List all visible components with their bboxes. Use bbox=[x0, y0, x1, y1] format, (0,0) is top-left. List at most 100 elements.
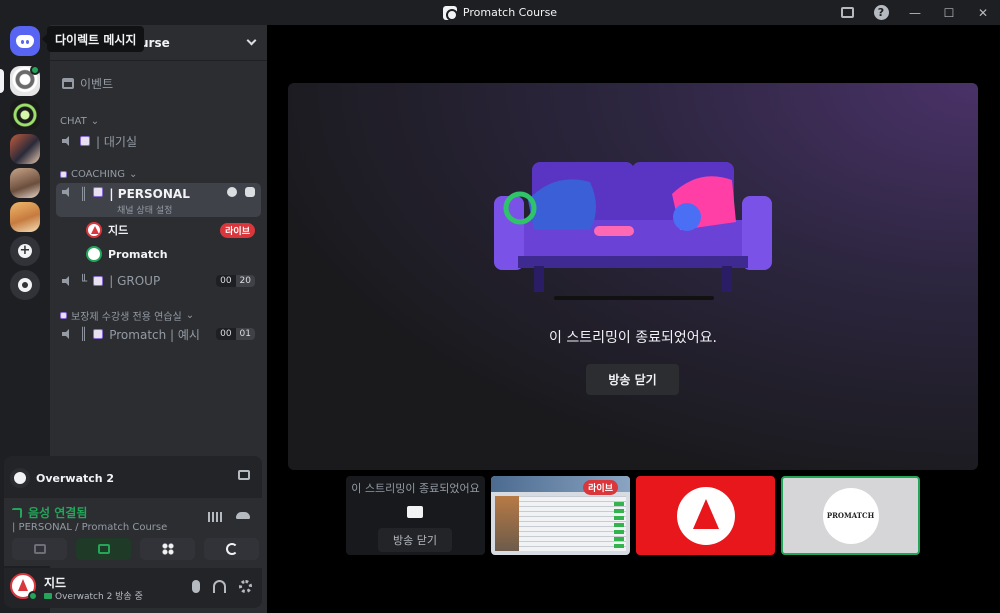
close-icon: ✕ bbox=[977, 5, 989, 20]
chevron-down-icon: ⌄ bbox=[129, 169, 138, 180]
microphone-icon[interactable] bbox=[192, 580, 200, 593]
user-count: 00 bbox=[216, 328, 236, 340]
add-user-icon[interactable] bbox=[245, 187, 255, 197]
screen-share-button[interactable] bbox=[76, 538, 131, 560]
user-status: Overwatch 2 방송 중 bbox=[44, 589, 143, 602]
settings-icon[interactable] bbox=[239, 580, 252, 593]
close-window-button[interactable]: ✕ bbox=[966, 0, 1000, 25]
minimize-icon: — bbox=[909, 5, 921, 20]
avatar bbox=[86, 246, 102, 262]
chevron-down-icon: ⌄ bbox=[90, 116, 100, 127]
window-title: Promatch Course bbox=[442, 5, 557, 21]
screen-preview-indicators bbox=[614, 500, 624, 548]
live-badge: 라이브 bbox=[220, 222, 255, 238]
memo-icon bbox=[80, 136, 90, 146]
voice-location[interactable]: | PERSONAL / Promatch Course bbox=[12, 522, 167, 533]
tile-close-button[interactable]: 방송 닫기 bbox=[378, 528, 452, 552]
close-stream-button[interactable]: 방송 닫기 bbox=[586, 364, 679, 395]
tile-ended-text: 이 스트리밍이 종료되었어요 bbox=[351, 482, 480, 495]
chat-icon[interactable] bbox=[227, 187, 237, 197]
channel-status-hint[interactable]: 채널 상태 설정 bbox=[117, 203, 172, 216]
maximize-icon: ☐ bbox=[943, 5, 955, 20]
compass-icon bbox=[18, 278, 32, 292]
monitor-icon bbox=[407, 506, 423, 518]
explore-servers-button[interactable] bbox=[10, 270, 40, 300]
channel-label: | PERSONAL bbox=[109, 187, 190, 201]
category-practice[interactable]: 보장제 수강생 전용 연습실 ⌄ bbox=[60, 308, 194, 323]
channel-prefix: ╙ bbox=[80, 274, 88, 288]
category-label: 보장제 수강생 전용 연습실 bbox=[71, 312, 182, 323]
chevron-down-icon: ⌄ bbox=[185, 310, 195, 321]
emoji-icon bbox=[93, 276, 104, 286]
channel-waiting-room[interactable]: | 대기실 bbox=[56, 130, 261, 152]
server-icon bbox=[442, 5, 458, 21]
tooltip: 다이렉트 메시지 bbox=[41, 26, 145, 52]
activities-button[interactable] bbox=[140, 538, 195, 560]
maximize-button[interactable]: ☐ bbox=[932, 0, 966, 25]
inbox-button[interactable] bbox=[830, 0, 864, 25]
soundboard-icon bbox=[225, 543, 238, 555]
overwatch-icon bbox=[10, 468, 30, 488]
stream-tile-screen[interactable]: 라이브 bbox=[491, 476, 630, 555]
speaker-icon bbox=[62, 329, 74, 339]
channel-example[interactable]: ║ Promatch | 예시 00 01 bbox=[56, 323, 261, 345]
help-button[interactable]: ? bbox=[864, 0, 898, 25]
user-limit: 01 bbox=[235, 328, 255, 340]
user-limit-counter: 00 20 bbox=[216, 275, 255, 287]
server-icon-3[interactable] bbox=[10, 134, 40, 164]
member-name: 지드 bbox=[108, 224, 129, 237]
server-icon-4[interactable] bbox=[10, 168, 40, 198]
voice-member[interactable]: Promatch bbox=[56, 243, 261, 265]
help-icon: ? bbox=[873, 5, 889, 20]
noise-suppression-icon[interactable] bbox=[208, 512, 222, 522]
member-name: Promatch bbox=[108, 247, 168, 261]
activity-game: Overwatch 2 bbox=[36, 471, 115, 485]
category-coaching[interactable]: COACHING ⌄ bbox=[60, 169, 137, 180]
activities-icon bbox=[161, 543, 174, 555]
stream-tile-ended[interactable]: 이 스트리밍이 종료되었어요 방송 닫기 bbox=[346, 476, 485, 555]
events-item[interactable]: 이벤트 bbox=[56, 72, 261, 94]
category-chat[interactable]: CHAT ⌄ bbox=[60, 116, 99, 127]
emoji-icon bbox=[93, 187, 104, 197]
server-icon-5[interactable] bbox=[10, 202, 40, 232]
direct-messages-button[interactable] bbox=[10, 26, 40, 56]
plus-icon: + bbox=[18, 243, 32, 258]
speaker-icon bbox=[62, 276, 74, 286]
participant-tile-zid[interactable] bbox=[636, 476, 775, 555]
signal-icon bbox=[12, 507, 22, 518]
inbox-icon bbox=[840, 7, 854, 18]
stream-stage: 이 스트리밍이 종료되었어요. 방송 닫기 bbox=[288, 83, 978, 470]
minimize-button[interactable]: — bbox=[898, 0, 932, 25]
avatar bbox=[86, 222, 102, 238]
server-icon-2[interactable] bbox=[10, 100, 40, 130]
add-server-button[interactable]: + bbox=[10, 236, 40, 266]
hide-activity-icon[interactable] bbox=[238, 470, 250, 480]
camera-button[interactable] bbox=[12, 538, 67, 560]
screen-share-icon bbox=[97, 544, 110, 554]
headphones-icon[interactable] bbox=[213, 580, 226, 593]
main-area: 이 스트리밍이 종료되었어요. 방송 닫기 이 스트리밍이 종료되었어요 방송 … bbox=[267, 25, 1000, 613]
online-status-icon bbox=[28, 591, 38, 601]
user-limit: 20 bbox=[235, 275, 255, 287]
camera-off-icon bbox=[33, 544, 46, 554]
emoji-icon bbox=[60, 171, 67, 178]
promatch-logo: PROMATCH bbox=[822, 487, 879, 544]
channel-group[interactable]: ╙ | GROUP 00 20 bbox=[56, 270, 261, 292]
voice-active-badge bbox=[30, 65, 40, 75]
voice-panel: Overwatch 2 음성 연결됨 | PERSONAL / Promatch… bbox=[4, 456, 262, 566]
emoji-icon bbox=[60, 312, 67, 319]
channel-prefix: ║ bbox=[80, 187, 88, 201]
channel-label: | GROUP bbox=[109, 274, 161, 288]
voice-connection: 음성 연결됨 | PERSONAL / Promatch Course bbox=[4, 498, 262, 566]
category-label: CHAT bbox=[60, 116, 87, 127]
disconnect-icon[interactable] bbox=[236, 512, 250, 519]
soundboard-button[interactable] bbox=[204, 538, 259, 560]
title-bar: Promatch Course ? — ☐ ✕ bbox=[0, 0, 1000, 25]
participant-tile-promatch[interactable]: PROMATCH bbox=[781, 476, 920, 555]
category-label: COACHING bbox=[71, 169, 126, 180]
user-limit-counter: 00 01 bbox=[216, 328, 255, 340]
voice-status[interactable]: 음성 연결됨 bbox=[12, 504, 87, 521]
voice-member[interactable]: 지드 라이브 bbox=[56, 219, 261, 241]
speaker-icon bbox=[62, 136, 74, 146]
live-badge: 라이브 bbox=[583, 480, 618, 495]
